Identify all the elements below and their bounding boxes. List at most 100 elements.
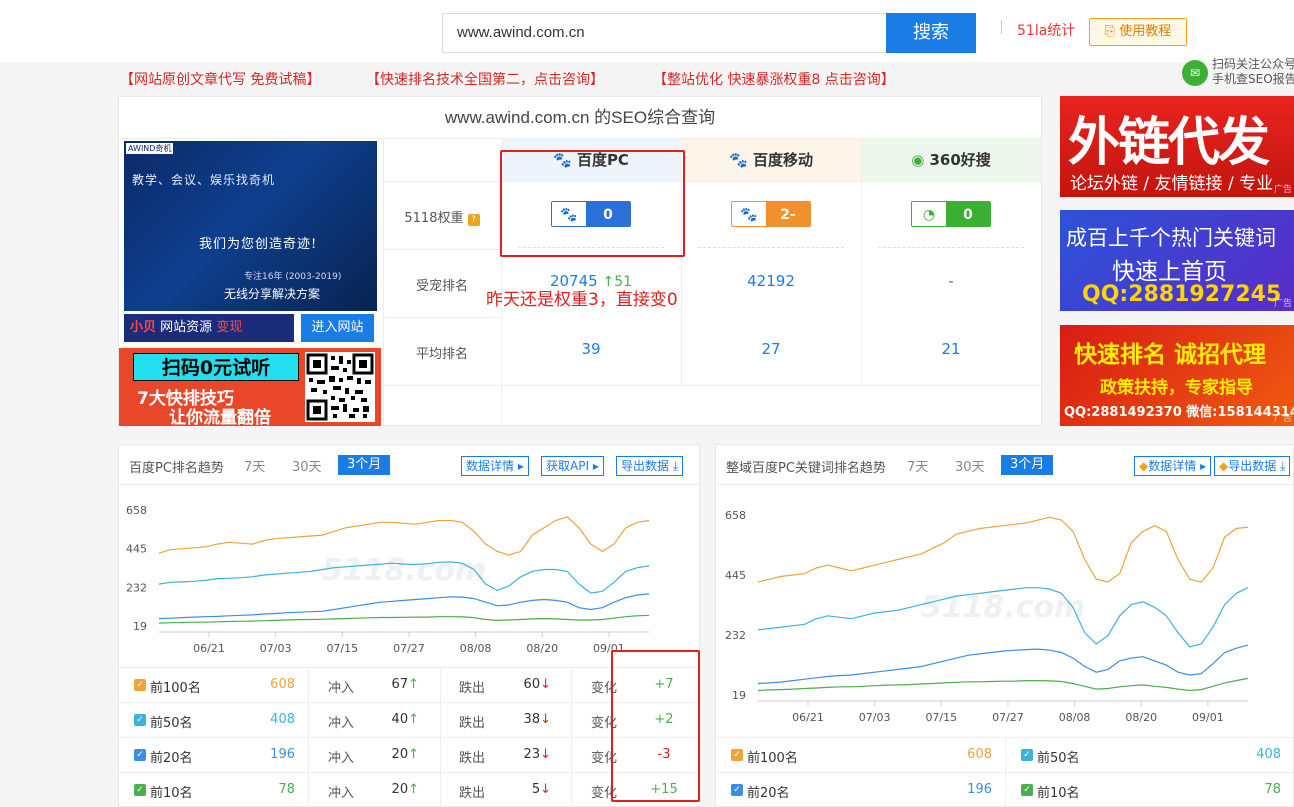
ad1-subline: 论坛外链 / 友情链接 / 专业 [1070,174,1274,194]
checkbox-icon[interactable]: ✓ [731,749,743,761]
checkbox-icon[interactable]: ✓ [134,749,146,761]
qr-ad-banner: 扫码0元试听 [133,353,299,381]
side-ad-keywords[interactable]: 成百上千个热门关键词 快速上首页 QQ:2881927245 广告 [1060,210,1294,311]
tutorial-label: 使用教程 [1119,24,1172,39]
tab-3-months[interactable]: 3个月 [338,455,391,475]
domain-stat-cell: ✓ 前20名 196 [716,772,1004,807]
stat-label: 前10名 [150,786,193,801]
checkbox-icon[interactable]: ✓ [731,784,743,796]
tab-30-days[interactable]: 30天 [955,456,985,475]
download-icon: ⤓ [669,459,679,473]
domain-keyword-trend-card: 整域百度PC关键词排名趋势 7天 30天 3个月 ◆数据详情 ▸ ◆导出数据 ⤓… [715,444,1294,807]
checkbox-icon[interactable]: ✓ [1021,784,1033,796]
down-arrow-icon: ↓ [540,747,551,762]
tab-7-days[interactable]: 7天 [907,456,928,475]
qr-promo-ad[interactable]: 扫码0元试听 7大快排技巧 让你流量翻倍 [119,348,381,428]
enter-site-button[interactable]: 进入网站 [301,314,374,342]
weight-mobile-badge[interactable]: 🐾 2- [731,201,811,227]
thumb-line3: 专注16年 (2003-2019) [244,272,342,282]
tab-30-days[interactable]: 30天 [292,456,322,475]
avg-360[interactable]: 21 [861,340,1041,358]
ad-tag: 广告 [1273,414,1292,424]
tab-7-days[interactable]: 7天 [244,456,265,475]
checkbox-icon[interactable]: ✓ [134,714,146,726]
weight-360-badge[interactable]: ◔ 0 [911,201,991,227]
checkbox-icon[interactable]: ✓ [134,784,146,796]
indexed-mobile[interactable]: 42192 [681,272,861,290]
wechat-qr-tip[interactable]: ✉ 扫码关注公众号 手机查SEO报告 [1182,57,1294,91]
y-tick-label: 232 [725,629,746,642]
avg-mobile[interactable]: 27 [681,340,861,358]
stat-label: 前50名 [1037,751,1080,766]
ad-tag: 广告 [1273,185,1292,195]
tutorial-button[interactable]: ⎘ 使用教程 [1089,18,1187,46]
y-tick-label: 445 [725,569,746,582]
up-label: 冲入 [328,716,355,731]
checkbox-icon[interactable]: ✓ [1021,749,1033,761]
resource-highlight: 变现 [216,320,243,335]
site-thumbnail[interactable]: AWIND奇机 教学、会议、娱乐找奇机 我们为您创造奇迹! 专注16年 (200… [124,141,377,311]
card-title: 整域百度PC关键词排名趋势 [726,461,886,476]
search-input[interactable]: www.awind.com.cn [442,13,887,53]
360-icon: ◉ [911,151,930,169]
stat-value: 408 [270,712,295,727]
side-ad-agents[interactable]: 快速排名 诚招代理 政策扶持，专家指导 QQ:2881492370 微信:158… [1060,325,1294,426]
checkbox-icon[interactable]: ✓ [134,679,146,691]
down-value: 60↓ [523,677,551,692]
x-tick-label: 06/21 [792,711,824,724]
stat-label: 前20名 [150,751,193,766]
row-label-weight: 5118权重 ? [383,207,501,226]
ad3-line2: 政策扶持，专家指导 [1100,378,1253,398]
up-label: 冲入 [328,751,355,766]
stat-label: 前100名 [150,681,201,696]
x-tick-label: 06/21 [193,642,225,655]
card-title: 百度PC排名趋势 [129,461,224,476]
resource-banner[interactable]: 小贝 网站资源 变现 [124,314,294,342]
chart-watermark: 5118.com [322,553,487,588]
down-label: 跌出 [459,751,486,766]
tab-3-months[interactable]: 3个月 [1001,455,1054,475]
up-label: 冲入 [328,786,355,801]
pc-ranking-chart[interactable]: 5118.com 19 232 445 658 06/21 07/03 07/15 07/27 0… [119,490,699,670]
360-icon: ◔ [912,202,946,226]
stat-value: 78 [1264,782,1281,797]
up-label: 冲入 [328,681,355,696]
get-api-button[interactable]: 获取API ▸ [541,456,604,476]
down-label: 跌出 [459,716,486,731]
export-data-button[interactable]: 导出数据 ⤓ [616,456,684,476]
baidu-mobile-icon: 🐾 [729,151,753,169]
weight-table: 🐾 百度PC 🐾 百度移动 ◉ 360好搜 5118权重 ? 受宠排名 平均排名… [383,139,1041,425]
stat-value: 408 [1256,747,1281,762]
thumb-line4: 无线分享解决方案 [224,287,321,301]
x-tick-label: 09/01 [1192,711,1224,724]
promo-link-2[interactable]: 【快速排名技术全国第二，点击咨询】 [366,69,604,89]
help-icon: ⎘ [1104,24,1120,39]
row-label-avg: 平均排名 [415,347,468,362]
search-button[interactable]: 搜索 [886,13,976,53]
qr-code-icon [305,352,375,422]
caret-right-icon: ▸ [514,459,524,473]
data-detail-button[interactable]: ◆数据详情 ▸ [1134,456,1212,476]
annotation-box-weight [500,150,685,257]
up-arrow-icon: ↑ [408,747,419,762]
help-icon[interactable]: ? [467,214,480,226]
seo-summary-card: www.awind.com.cn 的SEO综合查询 AWIND奇机 教学、会议、… [118,96,1042,428]
divider [1001,20,1002,34]
stat-label: 前10名 [1037,786,1080,801]
baidu-mobile-icon: 🐾 [732,202,766,226]
promo-link-3[interactable]: 【整站优化 快速暴涨权重8 点击咨询】 [653,69,895,89]
x-tick-label: 08/20 [526,642,558,655]
data-detail-button[interactable]: 数据详情 ▸ [461,456,529,476]
stat-value: 196 [270,747,295,762]
tab-360[interactable]: ◉ 360好搜 [861,139,1041,181]
tab-baidu-mobile[interactable]: 🐾 百度移动 [681,139,861,181]
side-ad-backlinks[interactable]: 外链代发 论坛外链 / 友情链接 / 专业 广告 [1060,96,1294,197]
promo-link-1[interactable]: 【网站原创文章代写 免费试稿】 [120,69,320,89]
up-arrow-icon: ↑ [408,782,419,797]
avg-pc[interactable]: 39 [501,340,681,358]
51la-link[interactable]: 51la统计 [1017,20,1075,40]
resource-brand: 小贝 [130,320,157,335]
annotation-text: 昨天还是权重3，直接变0 [486,290,678,310]
export-data-button[interactable]: ◆导出数据 ⤓ [1214,456,1291,476]
domain-keyword-chart[interactable]: 5118.com 19 232 445 658 06/21 07/03 07/15 07/27 0… [716,490,1293,740]
